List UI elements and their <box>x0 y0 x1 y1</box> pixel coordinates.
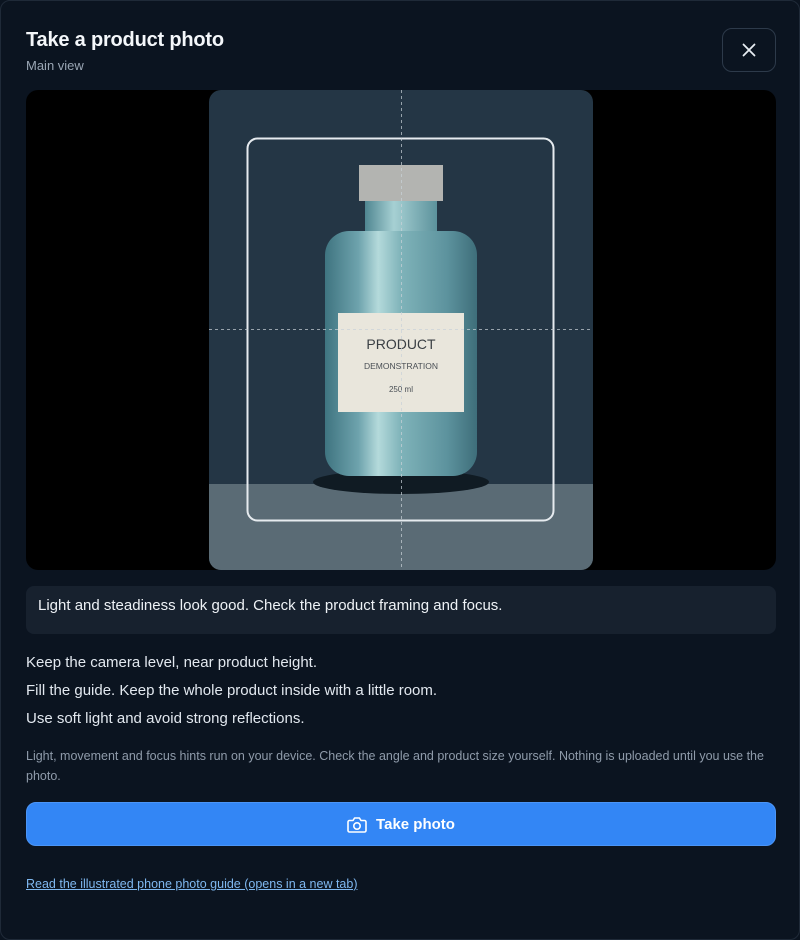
dialog-title: Take a product photo <box>26 29 224 51</box>
tip-fill-guide: Fill the guide. Keep the whole product i… <box>26 682 438 699</box>
take-photo-label: Take photo <box>376 815 455 833</box>
photo-guide-link[interactable]: Read the illustrated phone photo guide (… <box>26 877 357 891</box>
status-banner: Light and steadiness look good. Check th… <box>26 586 776 634</box>
close-icon <box>742 43 756 57</box>
status-message: Light and steadiness look good. Check th… <box>38 597 503 614</box>
camera-preview: PRODUCT DEMONSTRATION 250 ml <box>209 90 593 570</box>
camera-viewfinder[interactable]: PRODUCT DEMONSTRATION 250 ml <box>26 90 776 570</box>
privacy-note: Light, movement and focus hints run on y… <box>26 749 764 783</box>
camera-icon <box>347 816 367 833</box>
photo-dialog: Take a product photo Main view 250 ml Li… <box>0 0 800 940</box>
tip-level: Keep the camera level, near product heig… <box>26 654 318 671</box>
take-photo-button[interactable]: Take photo <box>26 802 776 846</box>
close-button[interactable] <box>722 28 776 72</box>
dialog-subtitle: Main view <box>26 58 84 73</box>
tip-soft-light: Use soft light and avoid strong reflecti… <box>26 710 305 727</box>
